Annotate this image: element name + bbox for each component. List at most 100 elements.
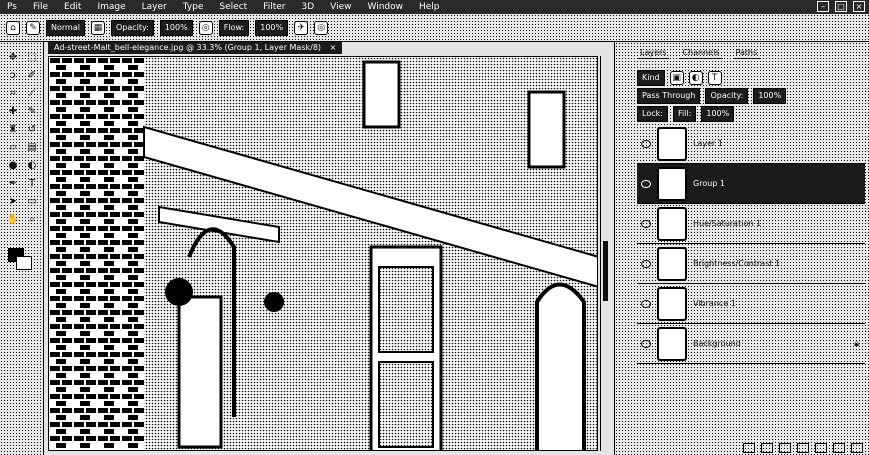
layer-row-5[interactable]: Vibrance 1 xyxy=(637,284,865,324)
mode-select[interactable]: Normal xyxy=(46,19,85,36)
fill-label: Fill: xyxy=(672,106,697,122)
document-tab-label: Ad-street-Malt_bell-elegance.jpg @ 33.3%… xyxy=(54,43,322,52)
history-brush-icon[interactable]: ↺ xyxy=(24,122,40,136)
stamp-icon[interactable]: ♜ xyxy=(5,122,21,136)
layer-row-background[interactable]: Background 🔒︎ xyxy=(637,324,865,364)
eraser-icon[interactable]: ▱ xyxy=(5,140,21,154)
layer-opacity-input[interactable]: 100% xyxy=(753,88,787,104)
menu-3d[interactable]: 3D xyxy=(298,2,317,12)
menu-filter[interactable]: Filter xyxy=(260,2,288,12)
layer-row-4[interactable]: Brightness/Contrast 1 xyxy=(637,244,865,284)
filter-adjustment-icon[interactable]: ◐ xyxy=(688,71,703,85)
visibility-eye-icon[interactable] xyxy=(641,259,651,268)
document-tab[interactable]: Ad-street-Malt_bell-elegance.jpg @ 33.3%… xyxy=(48,42,343,54)
new-group-icon[interactable] xyxy=(815,443,827,453)
canvas-image xyxy=(49,57,597,450)
flow-input[interactable]: 100% xyxy=(255,19,289,36)
path-select-icon[interactable]: ➤ xyxy=(5,194,21,208)
document-canvas[interactable] xyxy=(48,56,598,451)
eyedropper-icon[interactable]: ⟋ xyxy=(24,86,40,100)
crop-icon[interactable]: ⌗ xyxy=(5,86,21,100)
layer-name: Brightness/Contrast 1 xyxy=(693,259,781,268)
tab-layers[interactable]: Layers xyxy=(637,47,670,59)
scrollbar-thumb[interactable] xyxy=(603,241,608,301)
move-icon[interactable]: ✥ xyxy=(5,50,21,64)
lock-label: Lock: xyxy=(637,106,668,122)
layer-mask-thumbnail xyxy=(657,246,687,281)
new-adjustment-icon[interactable] xyxy=(797,443,809,453)
layer-name: Vibrance 1 xyxy=(693,299,736,308)
background-color-swatch[interactable] xyxy=(16,256,32,270)
home-icon[interactable]: ⌂ xyxy=(6,20,20,35)
app-logo: Ps xyxy=(7,2,17,12)
layers-panel: Layers Channels Paths Kind ▣ ◐ T Pass Th… xyxy=(614,42,869,455)
add-mask-icon[interactable] xyxy=(779,443,791,453)
fx-icon[interactable] xyxy=(761,443,773,453)
close-icon[interactable]: × xyxy=(853,1,865,12)
layer-row-3[interactable]: Hue/Saturation 1 xyxy=(637,204,865,244)
visibility-eye-icon[interactable] xyxy=(641,339,651,348)
layer-row-2-selected[interactable]: Group 1 xyxy=(637,164,865,204)
minimize-icon[interactable]: – xyxy=(817,1,829,12)
airbrush-icon[interactable]: ✈ xyxy=(294,20,309,35)
blend-mode-select[interactable]: Pass Through xyxy=(637,88,701,104)
zoom-icon[interactable]: ⌕ xyxy=(24,212,40,226)
fill-input[interactable]: 100% xyxy=(701,106,735,122)
link-icon[interactable] xyxy=(743,443,755,453)
pressure-opacity-icon[interactable]: ◎ xyxy=(198,20,213,35)
tools-panel: ✥ ⬚ ↄ ✐ ⌗ ⟋ ✚ ✎ ♜ ↺ ▱ ▤ ● ◐ ✒ T ➤ ▭ ✋ ⌕ xyxy=(0,42,44,455)
visibility-eye-icon[interactable] xyxy=(641,299,651,308)
hand-icon[interactable]: ✋ xyxy=(5,212,21,226)
pen-icon[interactable]: ✒ xyxy=(5,176,21,190)
filter-pixel-icon[interactable]: ▣ xyxy=(669,71,684,85)
close-tab-icon[interactable]: × xyxy=(330,43,337,52)
gradient-icon[interactable]: ▤ xyxy=(24,140,40,154)
visibility-eye-icon[interactable] xyxy=(641,219,651,228)
healing-icon[interactable]: ✚ xyxy=(5,104,21,118)
options-bar: ⌂ ✎ Normal ▦ Opacity: 100% ◎ Flow: 100% … xyxy=(0,14,869,42)
layer-name: Layer 1 xyxy=(693,139,723,148)
menu-layer[interactable]: Layer xyxy=(139,2,170,12)
maximize-icon[interactable]: □ xyxy=(835,1,847,12)
tab-channels[interactable]: Channels xyxy=(679,47,723,59)
dodge-icon[interactable]: ◐ xyxy=(24,158,40,172)
menu-bar: Ps File Edit Image Layer Type Select Fil… xyxy=(0,0,869,14)
blur-icon[interactable]: ● xyxy=(5,158,21,172)
panel-footer xyxy=(743,443,863,453)
new-layer-icon[interactable] xyxy=(833,443,845,453)
visibility-eye-icon[interactable] xyxy=(641,139,651,148)
visibility-eye-icon[interactable] xyxy=(641,179,651,188)
opacity-label: Opacity: xyxy=(110,19,154,36)
layer-thumbnail xyxy=(657,326,687,361)
menu-select[interactable]: Select xyxy=(216,2,250,12)
vertical-scrollbar[interactable] xyxy=(600,56,610,451)
folder-icon xyxy=(657,166,687,201)
marquee-icon[interactable]: ⬚ xyxy=(24,50,40,64)
menu-help[interactable]: Help xyxy=(416,2,443,12)
layer-row-1[interactable]: Layer 1 xyxy=(637,124,865,164)
layer-mask-thumbnail xyxy=(657,286,687,321)
quick-select-icon[interactable]: ✐ xyxy=(24,68,40,82)
brush-preset-icon[interactable]: ✎ xyxy=(26,20,40,35)
brush-icon[interactable]: ✎ xyxy=(24,104,40,118)
pressure-size-icon[interactable]: ◎ xyxy=(314,20,329,35)
menu-type[interactable]: Type xyxy=(180,2,207,12)
brush-settings-icon[interactable]: ▦ xyxy=(90,20,105,35)
tab-paths[interactable]: Paths xyxy=(732,47,761,59)
opacity-input[interactable]: 100% xyxy=(159,19,193,36)
kind-filter-select[interactable]: Kind xyxy=(637,70,665,86)
shape-icon[interactable]: ▭ xyxy=(24,194,40,208)
menu-window[interactable]: Window xyxy=(365,2,407,12)
layer-opacity-label: Opacity: xyxy=(705,88,749,104)
filter-type-icon[interactable]: T xyxy=(707,71,722,85)
layer-name: Hue/Saturation 1 xyxy=(693,219,762,228)
menu-edit[interactable]: Edit xyxy=(61,2,84,12)
menu-image[interactable]: Image xyxy=(94,2,128,12)
menu-file[interactable]: File xyxy=(30,2,51,12)
menu-view[interactable]: View xyxy=(327,2,354,12)
layer-mask-thumbnail xyxy=(657,206,687,241)
lasso-icon[interactable]: ↄ xyxy=(5,68,21,82)
trash-icon[interactable] xyxy=(851,443,863,453)
layer-name: Group 1 xyxy=(693,179,725,188)
type-icon[interactable]: T xyxy=(24,176,40,190)
